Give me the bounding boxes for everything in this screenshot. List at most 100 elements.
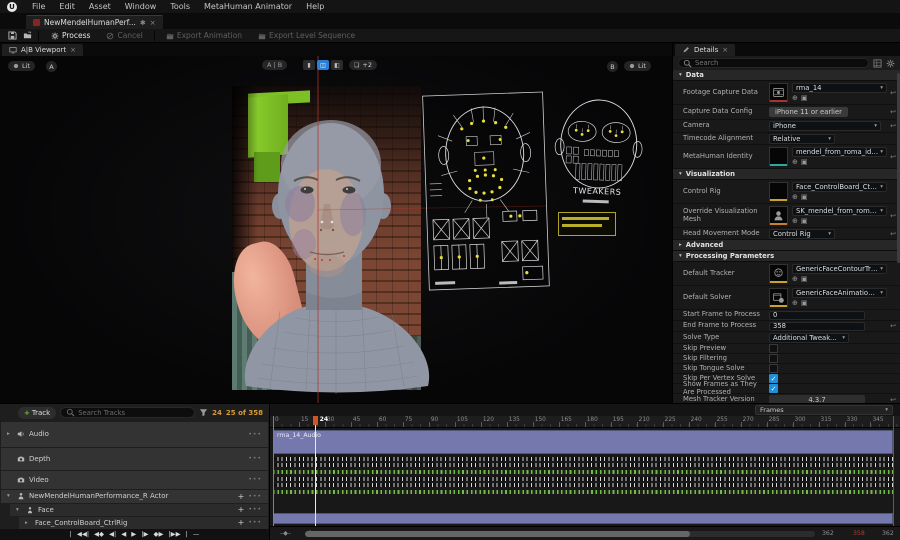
unreal-logo-icon[interactable]: U [7,2,17,12]
skip-filtering-checkbox[interactable] [769,354,778,363]
view-b-button[interactable]: B [607,61,618,72]
use-selected-asset-icon[interactable]: ⊕ [792,299,798,307]
timeline-scrollbar-thumb[interactable] [305,531,690,537]
skip-per-vertex-solve-checkbox[interactable]: ✓ [769,374,778,383]
track-options-icon[interactable]: ••• [248,493,262,500]
playhead-handle[interactable] [313,416,318,425]
settings-gear-icon[interactable] [885,58,895,68]
asset-tab[interactable]: NewMendelHumanPerf... ✱ × [26,15,163,29]
use-selected-asset-icon[interactable]: ⊕ [792,158,798,166]
tab-details[interactable]: Details × [675,44,735,56]
asset-dropdown[interactable]: mendel_from_roma_identity▾ [792,147,887,157]
playback-end-marker[interactable] [893,416,894,526]
add-track-button[interactable]: + Track [18,407,56,419]
head-movement-mode-select[interactable]: Control Rig▾ [769,229,835,239]
reset-to-default-icon[interactable]: ↩ [887,396,896,404]
track-options-icon[interactable]: ••• [248,519,262,526]
browse-to-asset-icon[interactable]: ▣ [801,217,808,225]
audio-clip[interactable]: rma_14_Audio [273,430,893,454]
play-button[interactable]: ▶ [131,530,136,538]
menu-file[interactable]: File [25,0,52,13]
video-keyframes-green[interactable] [273,490,893,494]
browse-content-icon[interactable] [20,30,34,42]
depth-keyframes-green[interactable] [273,470,893,474]
track-face[interactable]: ▾Face+••• [10,504,268,516]
expander-icon[interactable]: ▾ [16,507,22,513]
timecode-alignment-select[interactable]: Relative▾ [769,134,835,144]
reset-to-default-icon[interactable]: ↩ [887,230,896,238]
playhead-line[interactable] [315,418,316,526]
browse-to-asset-icon[interactable]: ▣ [801,299,808,307]
details-search-input[interactable]: Search [678,58,869,68]
view-single-button[interactable]: ▮ [303,60,315,70]
expander-icon[interactable]: ▸ [25,520,31,526]
save-icon[interactable] [5,30,19,42]
asset-dropdown[interactable]: Face_ControlBoard_CtrlRig▾ [792,182,887,192]
menu-tools[interactable]: Tools [163,0,197,13]
asset-thumbnail[interactable] [769,288,788,307]
cancel-button[interactable]: Cancel [98,30,150,42]
filter-funnel-icon[interactable] [199,408,208,417]
reset-to-default-icon[interactable]: ↩ [887,122,896,130]
menu-metahuman-animator[interactable]: MetaHuman Animator [197,0,299,13]
track-options-icon[interactable]: ••• [248,431,262,438]
video-keyframes[interactable] [273,477,893,481]
search-tracks-input[interactable]: Search Tracks [60,407,195,418]
export-animation-button[interactable]: Export Animation [158,30,250,42]
track-newmendelhumanperformance-r-actor[interactable]: ▾NewMendelHumanPerformance_R Actor+••• [1,490,268,503]
range-start-spinner[interactable]: –◆– [280,530,291,537]
next-frame-button[interactable]: |▶ [141,530,148,538]
section-header-data[interactable]: ▾Data [673,70,900,81]
reset-to-default-icon[interactable]: ↩ [887,108,896,116]
view-a-button[interactable]: A [46,61,57,72]
reset-to-default-icon[interactable]: ↩ [887,89,896,97]
timeline-track-area[interactable]: Frames▾ 01530456075901051201351501651801… [270,404,900,540]
start-frame-to-process-input[interactable]: 0 [769,311,865,320]
control-rig-section[interactable] [273,513,893,524]
jump-to-front-button[interactable]: ◀◀| [77,530,89,538]
play-reverse-button[interactable]: ◀ [121,530,126,538]
tab-ab-viewport[interactable]: A|B Viewport × [2,44,83,56]
asset-dropdown[interactable]: GenericFaceAnimationSolver▾ [792,288,887,298]
jump-to-end-button[interactable]: |▶▶ [168,530,180,538]
frames-unit-dropdown[interactable]: Frames▾ [755,405,893,415]
asset-thumbnail[interactable] [769,83,788,102]
use-selected-asset-icon[interactable]: ⊕ [792,217,798,225]
close-details-icon[interactable]: × [722,46,728,54]
show-frames-as-they-are-processed-checkbox[interactable]: ✓ [769,384,778,393]
asset-thumbnail[interactable] [769,206,788,225]
range-start-button[interactable]: | [70,530,72,538]
asset-thumbnail[interactable] [769,147,788,166]
track-options-icon[interactable]: ••• [248,455,262,462]
section-header-processing-parameters[interactable]: ▾Processing Parameters [673,251,900,262]
asset-thumbnail[interactable] [769,182,788,201]
close-viewport-icon[interactable]: × [70,46,76,54]
track-options-icon[interactable]: ••• [248,506,262,513]
browse-to-asset-icon[interactable]: ▣ [801,193,808,201]
track-video[interactable]: Video••• [1,471,268,489]
view-wipe-button[interactable]: ◧ [331,60,343,70]
use-selected-asset-icon[interactable]: ⊕ [792,94,798,102]
menu-help[interactable]: Help [299,0,331,13]
end-frame-to-process-input[interactable]: 358 [769,322,865,331]
reset-to-default-icon[interactable]: ↩ [887,322,896,330]
add-section-icon[interactable]: + [238,505,245,514]
use-selected-asset-icon[interactable]: ⊕ [792,193,798,201]
close-tab-icon[interactable]: × [150,19,156,27]
multi-view-button[interactable]: ❏+2 [349,60,377,70]
asset-dropdown[interactable]: GenericFaceContourTracker▾ [792,264,887,274]
section-header-visualization[interactable]: ▾Visualization [673,169,900,180]
expander-icon[interactable]: ▾ [7,493,13,499]
depth-keyframes[interactable] [273,457,893,461]
track-depth[interactable]: Depth••• [1,448,268,470]
view-split-button[interactable]: ◫ [317,60,329,70]
timeline-ruler[interactable]: 0153045607590105120135150165180195210225… [270,416,900,428]
expander-icon[interactable]: ▸ [7,431,13,437]
browse-to-asset-icon[interactable]: ▣ [801,94,808,102]
process-button[interactable]: Process [43,30,98,42]
reset-to-default-icon[interactable]: ↩ [887,153,896,161]
prev-keyframe-button[interactable]: ◀◆ [94,530,104,538]
use-selected-asset-icon[interactable]: ⊕ [792,275,798,283]
range-end-button[interactable]: | [186,530,188,538]
display-filter-icon[interactable] [872,58,882,68]
